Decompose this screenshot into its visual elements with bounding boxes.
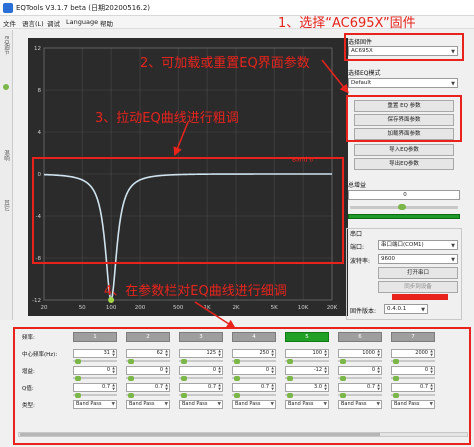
annotation-fine-adjust: 4、在参数栏对EQ曲线进行细调 xyxy=(104,284,287,299)
menu-file[interactable]: 文件 xyxy=(3,18,16,28)
annotation-box-curve xyxy=(32,157,344,264)
app-icon xyxy=(3,3,13,13)
gain-value-field[interactable]: 0 xyxy=(348,190,460,200)
menu-language[interactable]: 语言(L) xyxy=(22,18,44,28)
import-eq-button[interactable]: 导入EQ参数 xyxy=(354,144,454,156)
x-tick-label: 2K xyxy=(232,305,239,311)
annotation-coarse-adjust: 3、拉动EQ曲线进行粗调 xyxy=(95,111,239,126)
baud-label: 波特率: xyxy=(350,258,371,265)
version-value: 0.4.0.1 xyxy=(387,306,407,312)
baud-select-value: 9600 xyxy=(381,256,395,262)
x-tick-label: 1K xyxy=(204,305,211,311)
tab-reverb[interactable]: 混响 xyxy=(2,150,10,161)
open-port-button[interactable]: 打开串口 xyxy=(378,267,458,279)
gain-level-bar xyxy=(348,214,460,219)
menu-help[interactable]: 帮助 xyxy=(100,18,113,28)
baud-select[interactable]: 9600 ▼ xyxy=(378,254,458,264)
y-tick-label: 8 xyxy=(38,88,42,94)
window-title: EQTools V3.1.7 beta (日期20200516.2) xyxy=(16,4,151,12)
port-label: 端口: xyxy=(350,244,365,251)
status-indicator-bar xyxy=(392,294,448,300)
active-tab-indicator xyxy=(3,84,9,90)
export-eq-button[interactable]: 导出EQ参数 xyxy=(354,158,454,170)
sync-device-button[interactable]: 同步到设备 xyxy=(378,281,458,293)
x-tick-label: 5K xyxy=(271,305,278,311)
x-tick-label: 10K xyxy=(298,305,309,311)
y-tick-label: -12 xyxy=(32,298,41,304)
vertical-tab-bar: EQ调节 混响 其它 xyxy=(0,30,13,320)
version-label: 固件版本: xyxy=(350,308,377,315)
x-tick-label: 500 xyxy=(173,305,184,311)
chevron-down-icon: ▼ xyxy=(451,257,455,263)
gain-slider-thumb[interactable] xyxy=(398,204,406,210)
x-tick-label: 50 xyxy=(79,305,86,311)
tab-eq[interactable]: EQ调节 xyxy=(2,36,10,55)
x-tick-label: 20 xyxy=(41,305,48,311)
annotation-box-firmware xyxy=(344,33,464,61)
tab-other[interactable]: 其它 xyxy=(2,200,10,211)
port-select[interactable]: 串口端口(COM1) ▼ xyxy=(378,240,458,250)
x-tick-label: 200 xyxy=(135,305,146,311)
annotation-load-reset: 2、可加载或重置EQ界面参数 xyxy=(140,56,310,71)
chevron-down-icon: ▼ xyxy=(421,307,425,313)
eq-mode-select[interactable]: Default ▼ xyxy=(348,78,458,88)
chevron-down-icon: ▼ xyxy=(451,81,455,87)
annotation-box-param-grid xyxy=(13,327,471,445)
menu-debug[interactable]: 调试 xyxy=(47,18,60,28)
gain-value: 0 xyxy=(403,192,407,198)
annotation-firmware: 1、选择“AC695X”固件 xyxy=(278,16,416,31)
port-select-value: 串口端口(COM1) xyxy=(381,242,424,248)
chevron-down-icon: ▼ xyxy=(451,243,455,249)
annotation-box-params-buttons xyxy=(346,95,462,142)
menu-language-en[interactable]: Language xyxy=(66,18,98,26)
y-tick-label: 12 xyxy=(34,46,41,52)
y-tick-label: 4 xyxy=(38,130,42,136)
eq-mode-label: 选择EQ模式 xyxy=(348,70,381,77)
x-tick-label: 20K xyxy=(327,305,338,311)
eq-mode-select-value: Default xyxy=(351,80,372,86)
x-tick-label: 100 xyxy=(106,305,117,311)
gain-label: 总增益 xyxy=(348,182,367,189)
version-select[interactable]: 0.4.0.1 ▼ xyxy=(384,304,428,314)
serial-label: 串口 xyxy=(350,231,363,238)
